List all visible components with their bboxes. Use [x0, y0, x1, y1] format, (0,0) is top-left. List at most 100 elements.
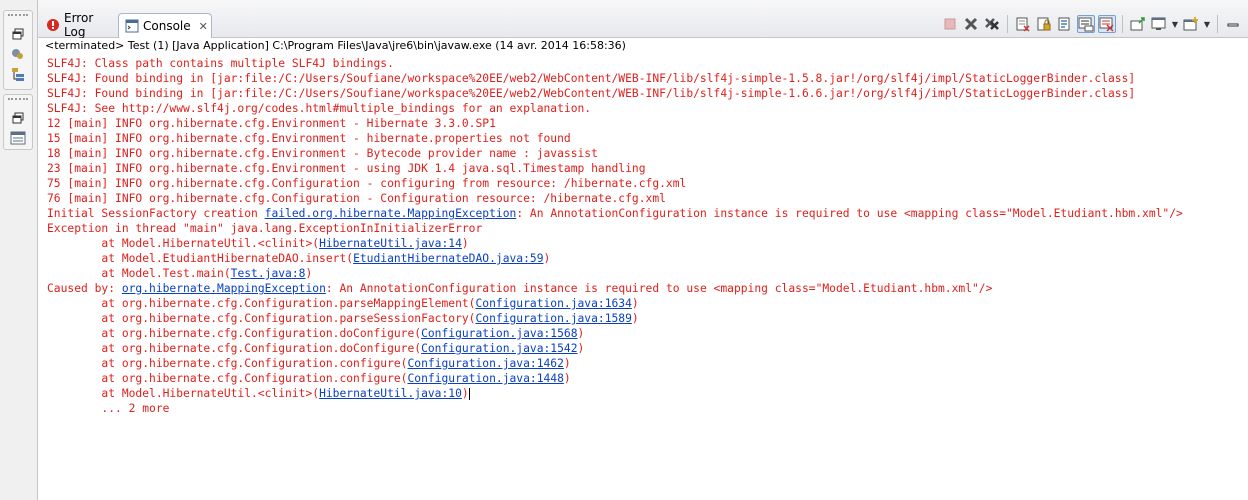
stack-trace-link[interactable]: Configuration.java:1634	[475, 297, 631, 310]
stack-trace-link[interactable]: Configuration.java:1589	[475, 312, 631, 325]
console-line: at Model.HibernateUtil.<clinit>(Hibernat…	[47, 236, 1183, 251]
console-text: )	[631, 297, 639, 310]
console-text: 75 [main] INFO org.hibernate.cfg.Configu…	[47, 177, 687, 190]
console-text: at org.hibernate.cfg.Configuration.confi…	[47, 357, 408, 370]
chevron-down-icon[interactable]: ▼	[1203, 20, 1211, 29]
stack-trace-link[interactable]: Configuration.java:1542	[421, 342, 577, 355]
console-text: )	[543, 252, 551, 265]
console-text: 23 [main] INFO org.hibernate.cfg.Environ…	[47, 162, 646, 175]
console-text: )	[563, 357, 571, 370]
console-line: SLF4J: Found binding in [jar:file:/C:/Us…	[47, 86, 1183, 101]
project-explorer-icon[interactable]	[10, 46, 26, 62]
clear-console-icon[interactable]	[1014, 15, 1032, 33]
error-log-icon	[46, 18, 60, 32]
console-text: )	[461, 387, 469, 400]
console-output-area[interactable]: <terminated> Test (1) [Java Application]…	[38, 38, 1248, 500]
remove-all-terminated-icon[interactable]	[983, 15, 1001, 33]
console-text: SLF4J: Class path contains multiple SLF4…	[47, 57, 394, 70]
console-line: ... 2 more	[47, 401, 1183, 416]
console-text: 15 [main] INFO org.hibernate.cfg.Environ…	[47, 132, 571, 145]
console-line: 23 [main] INFO org.hibernate.cfg.Environ…	[47, 161, 1183, 176]
console-text: 76 [main] INFO org.hibernate.cfg.Configu…	[47, 192, 666, 205]
remove-launch-icon[interactable]	[962, 15, 980, 33]
console-line: Caused by: org.hibernate.MappingExceptio…	[47, 281, 1183, 296]
minimized-stack-bottom	[3, 94, 33, 150]
console-line: 15 [main] INFO org.hibernate.cfg.Environ…	[47, 131, 1183, 146]
console-text: at Model.EtudiantHibernateDAO.insert(	[47, 252, 354, 265]
console-text: SLF4J: Found binding in [jar:file:/C:/Us…	[47, 87, 1136, 100]
console-line: at org.hibernate.cfg.Configuration.doCon…	[47, 326, 1183, 341]
tasks-view-icon[interactable]	[10, 130, 26, 146]
terminate-icon[interactable]	[941, 15, 959, 33]
view-tab-bar: Error Log Console ✕ ▼ ▼	[38, 0, 1248, 39]
console-line: at org.hibernate.cfg.Configuration.parse…	[47, 296, 1183, 311]
tab-console[interactable]: Console ✕	[118, 13, 212, 38]
tab-error-log[interactable]: Error Log	[40, 11, 118, 39]
stack-trace-link[interactable]: Configuration.java:1568	[421, 327, 577, 340]
console-text: at Model.HibernateUtil.<clinit>(	[47, 387, 320, 400]
console-text: at Model.Test.main(	[47, 267, 231, 280]
console-line: 12 [main] INFO org.hibernate.cfg.Environ…	[47, 116, 1183, 131]
console-text: )	[577, 342, 585, 355]
restore-icon[interactable]	[10, 26, 26, 42]
console-line: at Model.Test.main(Test.java:8)	[47, 266, 1183, 281]
console-text: )	[563, 372, 571, 385]
restore-icon[interactable]	[10, 110, 26, 126]
console-line: SLF4J: Found binding in [jar:file:/C:/Us…	[47, 71, 1183, 86]
console-icon	[125, 19, 139, 33]
console-text: ... 2 more	[47, 402, 170, 415]
console-text: at org.hibernate.cfg.Configuration.doCon…	[47, 327, 422, 340]
console-line: SLF4J: See http://www.slf4j.org/codes.ht…	[47, 101, 1183, 116]
stack-trace-link[interactable]: Configuration.java:1462	[407, 357, 563, 370]
toolbar-separator	[1122, 15, 1123, 33]
console-line: 76 [main] INFO org.hibernate.cfg.Configu…	[47, 191, 1183, 206]
console-text: Exception in thread "main" java.lang.Exc…	[47, 222, 483, 235]
console-line: at org.hibernate.cfg.Configuration.confi…	[47, 356, 1183, 371]
tab-label: Console	[143, 19, 191, 33]
stack-trace-link[interactable]: failed.org.hibernate.MappingException	[265, 207, 517, 220]
chevron-down-icon[interactable]: ▼	[1171, 20, 1179, 29]
stack-trace-link[interactable]: HibernateUtil.java:14	[319, 237, 462, 250]
stack-trace-link[interactable]: EtudiantHibernateDAO.java:59	[353, 252, 543, 265]
stack-trace-link[interactable]: HibernateUtil.java:10	[319, 387, 462, 400]
close-icon[interactable]: ✕	[199, 20, 208, 33]
console-text: SLF4J: See http://www.slf4j.org/codes.ht…	[47, 102, 592, 115]
minimize-icon[interactable]	[1224, 15, 1242, 33]
console-line: at org.hibernate.cfg.Configuration.parse…	[47, 311, 1183, 326]
minimized-stack-top	[3, 10, 33, 90]
toolbar-separator	[1007, 15, 1008, 33]
pin-console-icon[interactable]	[1129, 15, 1147, 33]
console-line: SLF4J: Class path contains multiple SLF4…	[47, 56, 1183, 71]
toolbar-separator	[1217, 15, 1218, 33]
console-output[interactable]: SLF4J: Class path contains multiple SLF4…	[47, 56, 1183, 416]
show-console-on-stderr-icon[interactable]	[1098, 15, 1116, 33]
console-text: at org.hibernate.cfg.Configuration.confi…	[47, 372, 408, 385]
console-line: 18 [main] INFO org.hibernate.cfg.Environ…	[47, 146, 1183, 161]
open-console-icon[interactable]	[1182, 15, 1200, 33]
console-text: 12 [main] INFO org.hibernate.cfg.Environ…	[47, 117, 496, 130]
show-console-on-stdout-icon[interactable]	[1077, 15, 1095, 33]
console-text: 18 [main] INFO org.hibernate.cfg.Environ…	[47, 147, 598, 160]
outline-view-icon[interactable]	[10, 66, 26, 82]
console-text: Caused by:	[47, 282, 122, 295]
console-text: Initial SessionFactory creation	[47, 207, 265, 220]
word-wrap-icon[interactable]	[1056, 15, 1074, 33]
display-selected-console-icon[interactable]	[1150, 15, 1168, 33]
console-line: 75 [main] INFO org.hibernate.cfg.Configu…	[47, 176, 1183, 191]
stack-trace-link[interactable]: org.hibernate.MappingException	[122, 282, 326, 295]
console-text: at Model.HibernateUtil.<clinit>(	[47, 237, 320, 250]
console-text: )	[631, 312, 639, 325]
stack-trace-link[interactable]: Configuration.java:1448	[407, 372, 563, 385]
drag-grip[interactable]	[8, 14, 28, 22]
console-toolbar: ▼ ▼	[941, 13, 1242, 35]
console-line: at org.hibernate.cfg.Configuration.confi…	[47, 371, 1183, 386]
console-text: )	[461, 237, 469, 250]
scroll-lock-icon[interactable]	[1035, 15, 1053, 33]
console-text: )	[577, 327, 585, 340]
console-text: at org.hibernate.cfg.Configuration.doCon…	[47, 342, 422, 355]
console-text: )	[305, 267, 313, 280]
console-text: : An AnnotationConfiguration instance is…	[325, 282, 993, 295]
drag-grip[interactable]	[8, 98, 28, 106]
tab-label: Error Log	[64, 11, 94, 39]
stack-trace-link[interactable]: Test.java:8	[231, 267, 306, 280]
